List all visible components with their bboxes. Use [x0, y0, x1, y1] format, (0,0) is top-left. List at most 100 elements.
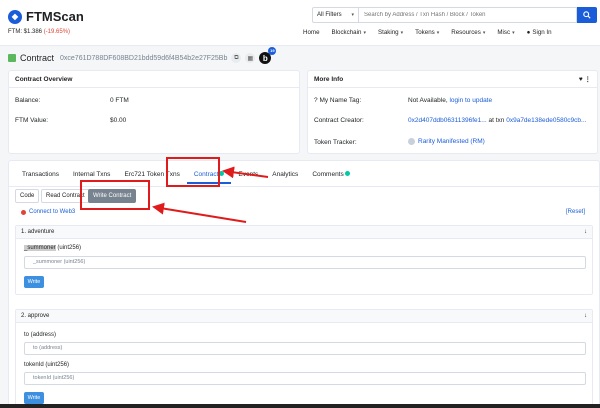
nav-resources[interactable]: Resources ▾ — [451, 29, 485, 36]
chevron-down-icon: ▾ — [512, 29, 515, 36]
nav-blockchain[interactable]: Blockchain ▾ — [332, 29, 366, 36]
chevron-down-icon: ▾ — [436, 29, 440, 36]
function-adventure: 1. adventure ↓ _summoner (uint256) _summo… — [15, 225, 593, 295]
param-label: tokenId (uint256) — [24, 362, 70, 368]
token-icon — [408, 138, 415, 145]
chevron-down-icon: ▾ — [400, 29, 404, 36]
search-button[interactable] — [577, 7, 597, 23]
tracker-value: Rarity Manifested (RM) — [408, 138, 485, 145]
nav-label: Resources — [451, 29, 481, 36]
param-label: to (address) — [24, 332, 57, 338]
ftm-value-label: FTM Value: — [15, 117, 49, 124]
b-extension-icon[interactable]: b 19 — [259, 47, 277, 64]
comments-dot-icon — [344, 171, 350, 176]
nav-staking[interactable]: Staking ▾ — [378, 29, 403, 36]
to-address-input[interactable]: to (address) — [24, 342, 586, 355]
notification-badge: 19 — [268, 47, 277, 55]
card-header: More Info ♥ ⋮ — [308, 71, 597, 88]
search-icon — [583, 11, 591, 19]
filter-label: All Filters — [317, 12, 342, 18]
nav-label: Sign In — [532, 29, 552, 36]
nav-misc[interactable]: Misc ▾ — [497, 29, 514, 36]
ftm-price: FTM: $1.386 (-19.65%) — [8, 29, 70, 35]
connect-web3[interactable]: Connect to Web3 — [21, 209, 75, 215]
creator-txn-link[interactable]: 0x9a7de138ede0580c9cb... — [506, 117, 586, 124]
ftm-logo-icon: ◆ — [8, 9, 22, 24]
nav-label: Home — [303, 29, 320, 36]
highlight-box-write-contract — [80, 180, 150, 210]
page-heading: Contract 0xce761D788DF608BD21bdd59d6f4B5… — [8, 47, 277, 64]
search-input[interactable] — [358, 7, 577, 23]
creator-value: 0x2d407ddb06311396fe1... at txn 0x9a7de1… — [408, 117, 586, 124]
contract-overview-card: Contract Overview Balance: 0 FTM FTM Val… — [8, 70, 300, 154]
name-tag-label: ? My Name Tag: — [314, 97, 361, 104]
token-id-input[interactable]: tokenId (uint256) — [24, 372, 586, 385]
card-actions: ♥ ⋮ — [579, 71, 591, 87]
tracker-label: Token Tracker: — [314, 139, 357, 146]
reset-link[interactable]: [Reset] — [566, 209, 585, 215]
main-nav: Home Blockchain ▾ Staking ▾ Tokens ▾ Resour… — [303, 29, 552, 36]
collapse-arrow-icon: ↓ — [584, 229, 587, 235]
card-header: Contract Overview — [9, 71, 299, 88]
more-info-card: More Info ♥ ⋮ ? My Name Tag: Not Availab… — [307, 70, 598, 154]
tab-comments[interactable]: Comments — [305, 165, 356, 184]
tab-events[interactable]: Events — [231, 165, 265, 184]
search-bar: All Filters ▾ — [312, 7, 597, 23]
token-tracker-link[interactable]: Rarity Manifested (RM) — [418, 138, 485, 145]
page-title: Contract — [20, 53, 55, 63]
card-title: More Info — [314, 76, 344, 83]
param-label: _summoner (uint256) — [24, 245, 81, 251]
collapse-arrow-icon: ↓ — [584, 313, 587, 319]
nav-label: Misc — [497, 29, 511, 36]
tab-label: Comments — [312, 171, 344, 178]
function-header[interactable]: 1. adventure ↓ — [16, 226, 592, 239]
heart-icon[interactable]: ♥ — [579, 76, 583, 83]
creator-label: Contract Creator: — [314, 117, 364, 124]
verified-check-icon — [219, 171, 225, 176]
copy-icon[interactable]: ⧉ — [231, 53, 242, 63]
logo[interactable]: ◆ FTMScan — [8, 9, 84, 24]
logo-text: FTMScan — [26, 9, 84, 24]
more-options-icon[interactable]: ⋮ — [585, 76, 592, 83]
name-tag-label-text: My Name Tag: — [319, 97, 362, 104]
creator-address-link[interactable]: 0x2d407ddb06311396fe1... — [408, 117, 487, 124]
summoner-input[interactable]: _summoner (uint256) — [24, 256, 586, 269]
filter-dropdown[interactable]: All Filters ▾ — [312, 7, 358, 23]
top-header: ◆ FTMScan FTM: $1.386 (-19.65%) All Filt… — [0, 0, 600, 46]
balance-label: Balance: — [15, 97, 41, 104]
contract-icon — [8, 54, 16, 62]
code-button[interactable]: Code — [15, 189, 40, 203]
nav-tokens[interactable]: Tokens ▾ — [415, 29, 439, 36]
login-link[interactable]: login to update — [449, 97, 492, 104]
nav-label: Blockchain — [331, 29, 362, 36]
price-label: FTM: $1.386 — [8, 29, 43, 35]
balance-value: 0 FTM — [110, 97, 129, 104]
param-type: (uint256) — [55, 245, 82, 251]
chevron-down-icon: ▾ — [482, 29, 486, 36]
nav-label: Tokens — [415, 29, 435, 36]
card-title: Contract Overview — [15, 76, 73, 83]
name-tag-value: Not Available, login to update — [408, 97, 492, 104]
nav-home[interactable]: Home — [303, 29, 320, 36]
price-change: (-19.65%) — [43, 29, 71, 35]
nav-sign-in[interactable]: ● Sign In — [527, 29, 552, 36]
function-header[interactable]: 2. approve ↓ — [16, 310, 592, 323]
disconnected-dot-icon — [21, 209, 26, 215]
connect-label: Connect to Web3 — [29, 209, 76, 215]
qr-code-icon[interactable]: ▦ — [245, 53, 256, 63]
write-button[interactable]: Write — [24, 276, 44, 288]
ftm-value-value: $0.00 — [110, 117, 127, 124]
contract-address: 0xce761D788DF608BD21bdd59d6f4B54b2e27F25… — [60, 54, 228, 62]
user-icon: ● — [526, 29, 531, 36]
chevron-down-icon: ▾ — [351, 12, 354, 18]
name-tag-value-text: Not Available, — [408, 97, 448, 104]
param-name: _summoner — [24, 245, 56, 251]
highlight-box-contract-tab — [166, 157, 220, 187]
tab-analytics[interactable]: Analytics — [265, 165, 305, 184]
bottom-strip — [0, 404, 600, 408]
function-title: 2. approve — [21, 313, 50, 319]
write-button[interactable]: Write — [24, 392, 44, 404]
tab-transactions[interactable]: Transactions — [15, 165, 66, 184]
creator-at: at txn — [488, 117, 505, 124]
question-icon: ? — [314, 97, 318, 104]
